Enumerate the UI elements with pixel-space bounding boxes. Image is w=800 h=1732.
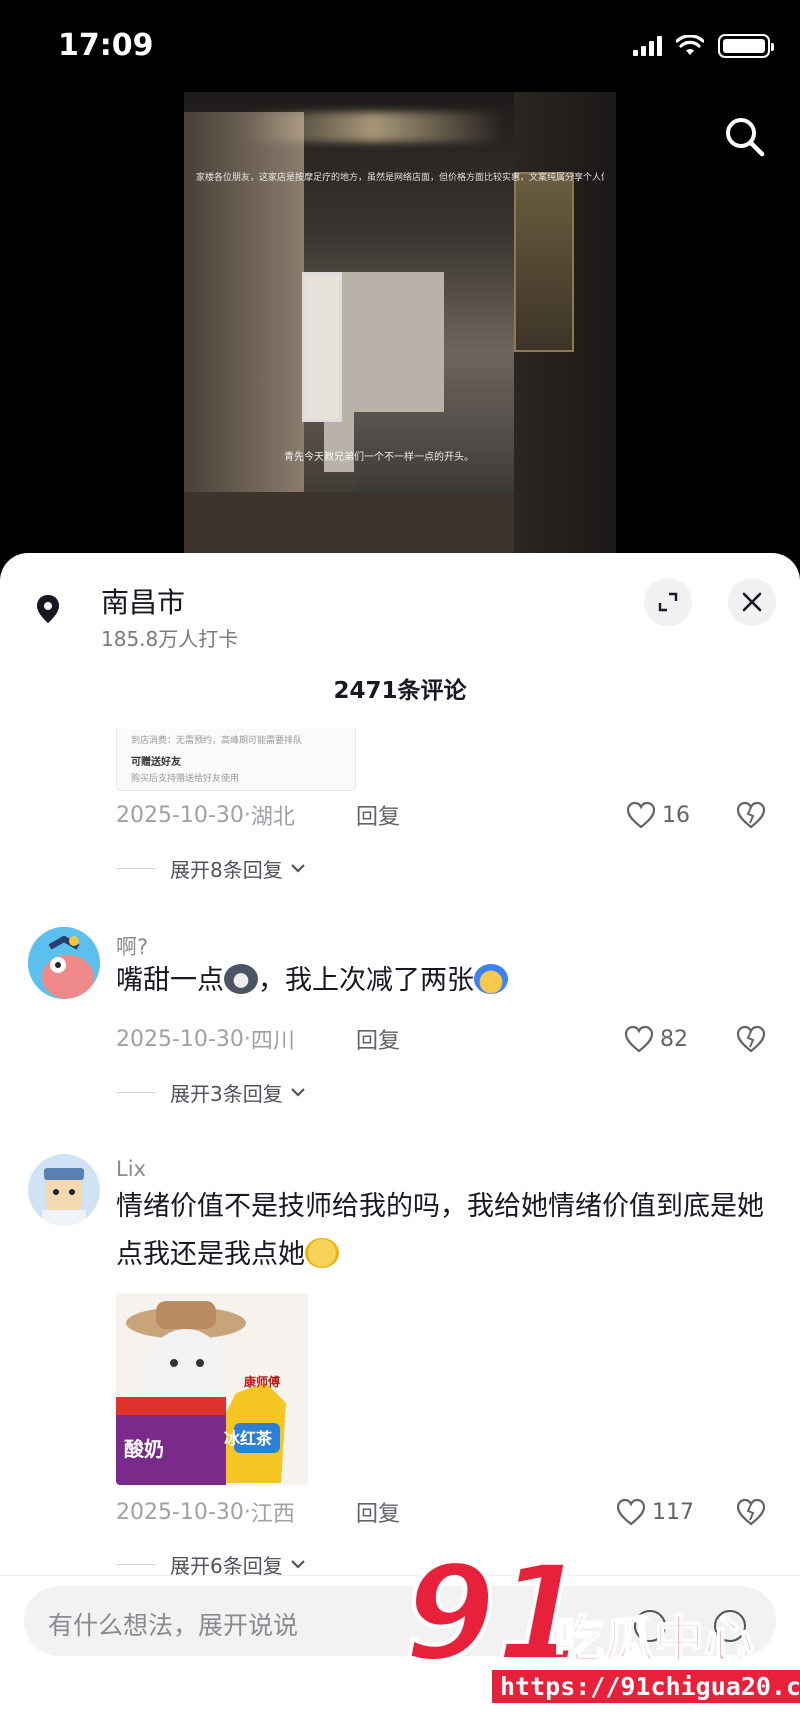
video-scene-frame: [302, 272, 342, 422]
video-caption-bottom: 青先今天教兄弟们一个不一样一点的开头。: [284, 452, 474, 463]
comment-date: 2025-10-30: [116, 802, 244, 828]
comment-image-text: 可赠送好友: [131, 757, 181, 768]
shy-face-emoji-icon: [305, 1238, 339, 1268]
expand-replies[interactable]: 展开3条回复: [116, 1077, 309, 1107]
avatar[interactable]: [28, 1154, 100, 1226]
video-scene-painting: [514, 172, 574, 352]
comment-separator: ·: [243, 1499, 251, 1525]
like-count: 117: [652, 1499, 694, 1525]
comment-meta: 2025-10-30 · 四川 回复: [116, 1024, 400, 1055]
comment-image[interactable]: 到店消费：无需预约，高峰期可能需要排队 可赠送好友 购买后支持赠送给好友使用: [116, 729, 356, 791]
comment-image-text: 到店消费：无需预约，高峰期可能需要排队: [131, 736, 303, 746]
dislike-icon[interactable]: [736, 800, 766, 830]
comment-separator: ·: [243, 1026, 251, 1052]
avatar-image: [28, 927, 100, 999]
video-player[interactable]: 家楼各位朋友，这家店是按摩足疗的地方，虽然是网络店面，但价格方面比较实惠，文案纯…: [184, 92, 616, 562]
like-button[interactable]: 82: [624, 1024, 688, 1054]
comment-meta: 2025-10-30 · 江西 回复: [116, 1497, 400, 1528]
cold-face-emoji-icon: [474, 964, 508, 994]
sticker-label: 酸奶: [124, 1437, 164, 1461]
like-button[interactable]: 117: [616, 1497, 694, 1527]
comment-date: 2025-10-30: [116, 1026, 244, 1052]
location-checkins: 185.8万人打卡: [101, 627, 239, 651]
divider: [116, 1563, 156, 1565]
comment-image-text: 购买后支持赠送给好友使用: [131, 774, 240, 784]
comment-region: 湖北: [250, 805, 295, 830]
status-bar: 17:09: [0, 0, 800, 92]
location-title[interactable]: 南昌市: [101, 581, 185, 621]
sticker-label: 冰红茶: [224, 1429, 273, 1448]
search-icon[interactable]: [720, 112, 770, 162]
video-scene-light: [244, 112, 504, 142]
expand-replies-label: 展开8条回复: [170, 857, 283, 882]
husky-emoji-icon: [224, 964, 258, 994]
close-icon: [742, 592, 762, 612]
chevron-down-icon: [290, 1088, 305, 1097]
watermark-logo-text: 吃瓜中心: [553, 1610, 755, 1670]
divider: [116, 867, 156, 869]
comment-text-part: 情绪价值不是技师给我的吗，我给她情绪价值到底是她点我还是我点她: [116, 1191, 764, 1270]
comment-text: 情绪价值不是技师给我的吗，我给她情绪价值到底是她点我还是我点她: [116, 1183, 776, 1279]
heart-icon: [616, 1498, 646, 1526]
status-icons: [633, 34, 774, 58]
comment-count: 2471条评论: [333, 678, 467, 704]
reply-button[interactable]: 回复: [356, 799, 400, 831]
signal-icon: [633, 36, 662, 56]
sticker-label: 康师傅: [244, 1375, 281, 1389]
comment-meta: 2025-10-30 · 湖北 回复: [116, 800, 400, 831]
video-caption-top: 家楼各位朋友，这家店是按摩足疗的地方，虽然是网络店面，但价格方面比较实惠，文案纯…: [196, 173, 604, 183]
comment-region: 江西: [250, 1502, 295, 1527]
close-button[interactable]: [728, 578, 776, 626]
divider: [116, 1091, 156, 1093]
comment-sticker-image[interactable]: 酸奶 冰红茶 康师傅: [116, 1293, 308, 1485]
watermark-url: https://91chigua20.com: [490, 1668, 800, 1705]
comment-separator: ·: [243, 802, 251, 828]
comment-date: 2025-10-30: [116, 1499, 244, 1525]
heart-icon: [626, 801, 656, 829]
chevron-down-icon: [290, 864, 305, 873]
expand-icon: [658, 592, 678, 612]
comment-region: 四川: [250, 1029, 295, 1054]
reply-button[interactable]: 回复: [356, 1496, 400, 1528]
battery-icon: [718, 34, 774, 58]
status-time: 17:09: [58, 28, 154, 63]
like-button[interactable]: 16: [626, 800, 690, 830]
watermark: 91 吃瓜中心 https://91chigua20.com: [402, 1546, 800, 1732]
heart-icon: [624, 1025, 654, 1053]
location-pin-icon: [37, 595, 59, 623]
avatar-image: [28, 1154, 100, 1226]
reply-button[interactable]: 回复: [356, 1023, 400, 1055]
comment-text-part: ，我上次减了两张: [258, 965, 474, 996]
comment-text: 嘴甜一点 ，我上次减了两张: [116, 957, 776, 1005]
like-count: 16: [662, 802, 690, 828]
screen: 17:09 家楼各位朋友，这家店是按摩足疗的地方，虽然是网络店面，但价格方面比较…: [0, 0, 800, 1732]
expand-replies-label: 展开3条回复: [170, 1081, 283, 1106]
avatar[interactable]: [28, 927, 100, 999]
video-scene-floor: [184, 492, 514, 562]
comment-username[interactable]: Lix: [116, 1157, 146, 1181]
comment-text-part: 嘴甜一点: [116, 965, 224, 996]
comment-input-placeholder: 有什么想法，展开说说: [48, 1611, 299, 1640]
chevron-down-icon: [290, 1560, 305, 1569]
expand-replies[interactable]: 展开8条回复: [116, 853, 309, 883]
like-count: 82: [660, 1026, 688, 1052]
dislike-icon[interactable]: [736, 1024, 766, 1054]
wifi-icon: [676, 35, 704, 55]
dislike-icon[interactable]: [736, 1497, 766, 1527]
expand-button[interactable]: [644, 578, 692, 626]
